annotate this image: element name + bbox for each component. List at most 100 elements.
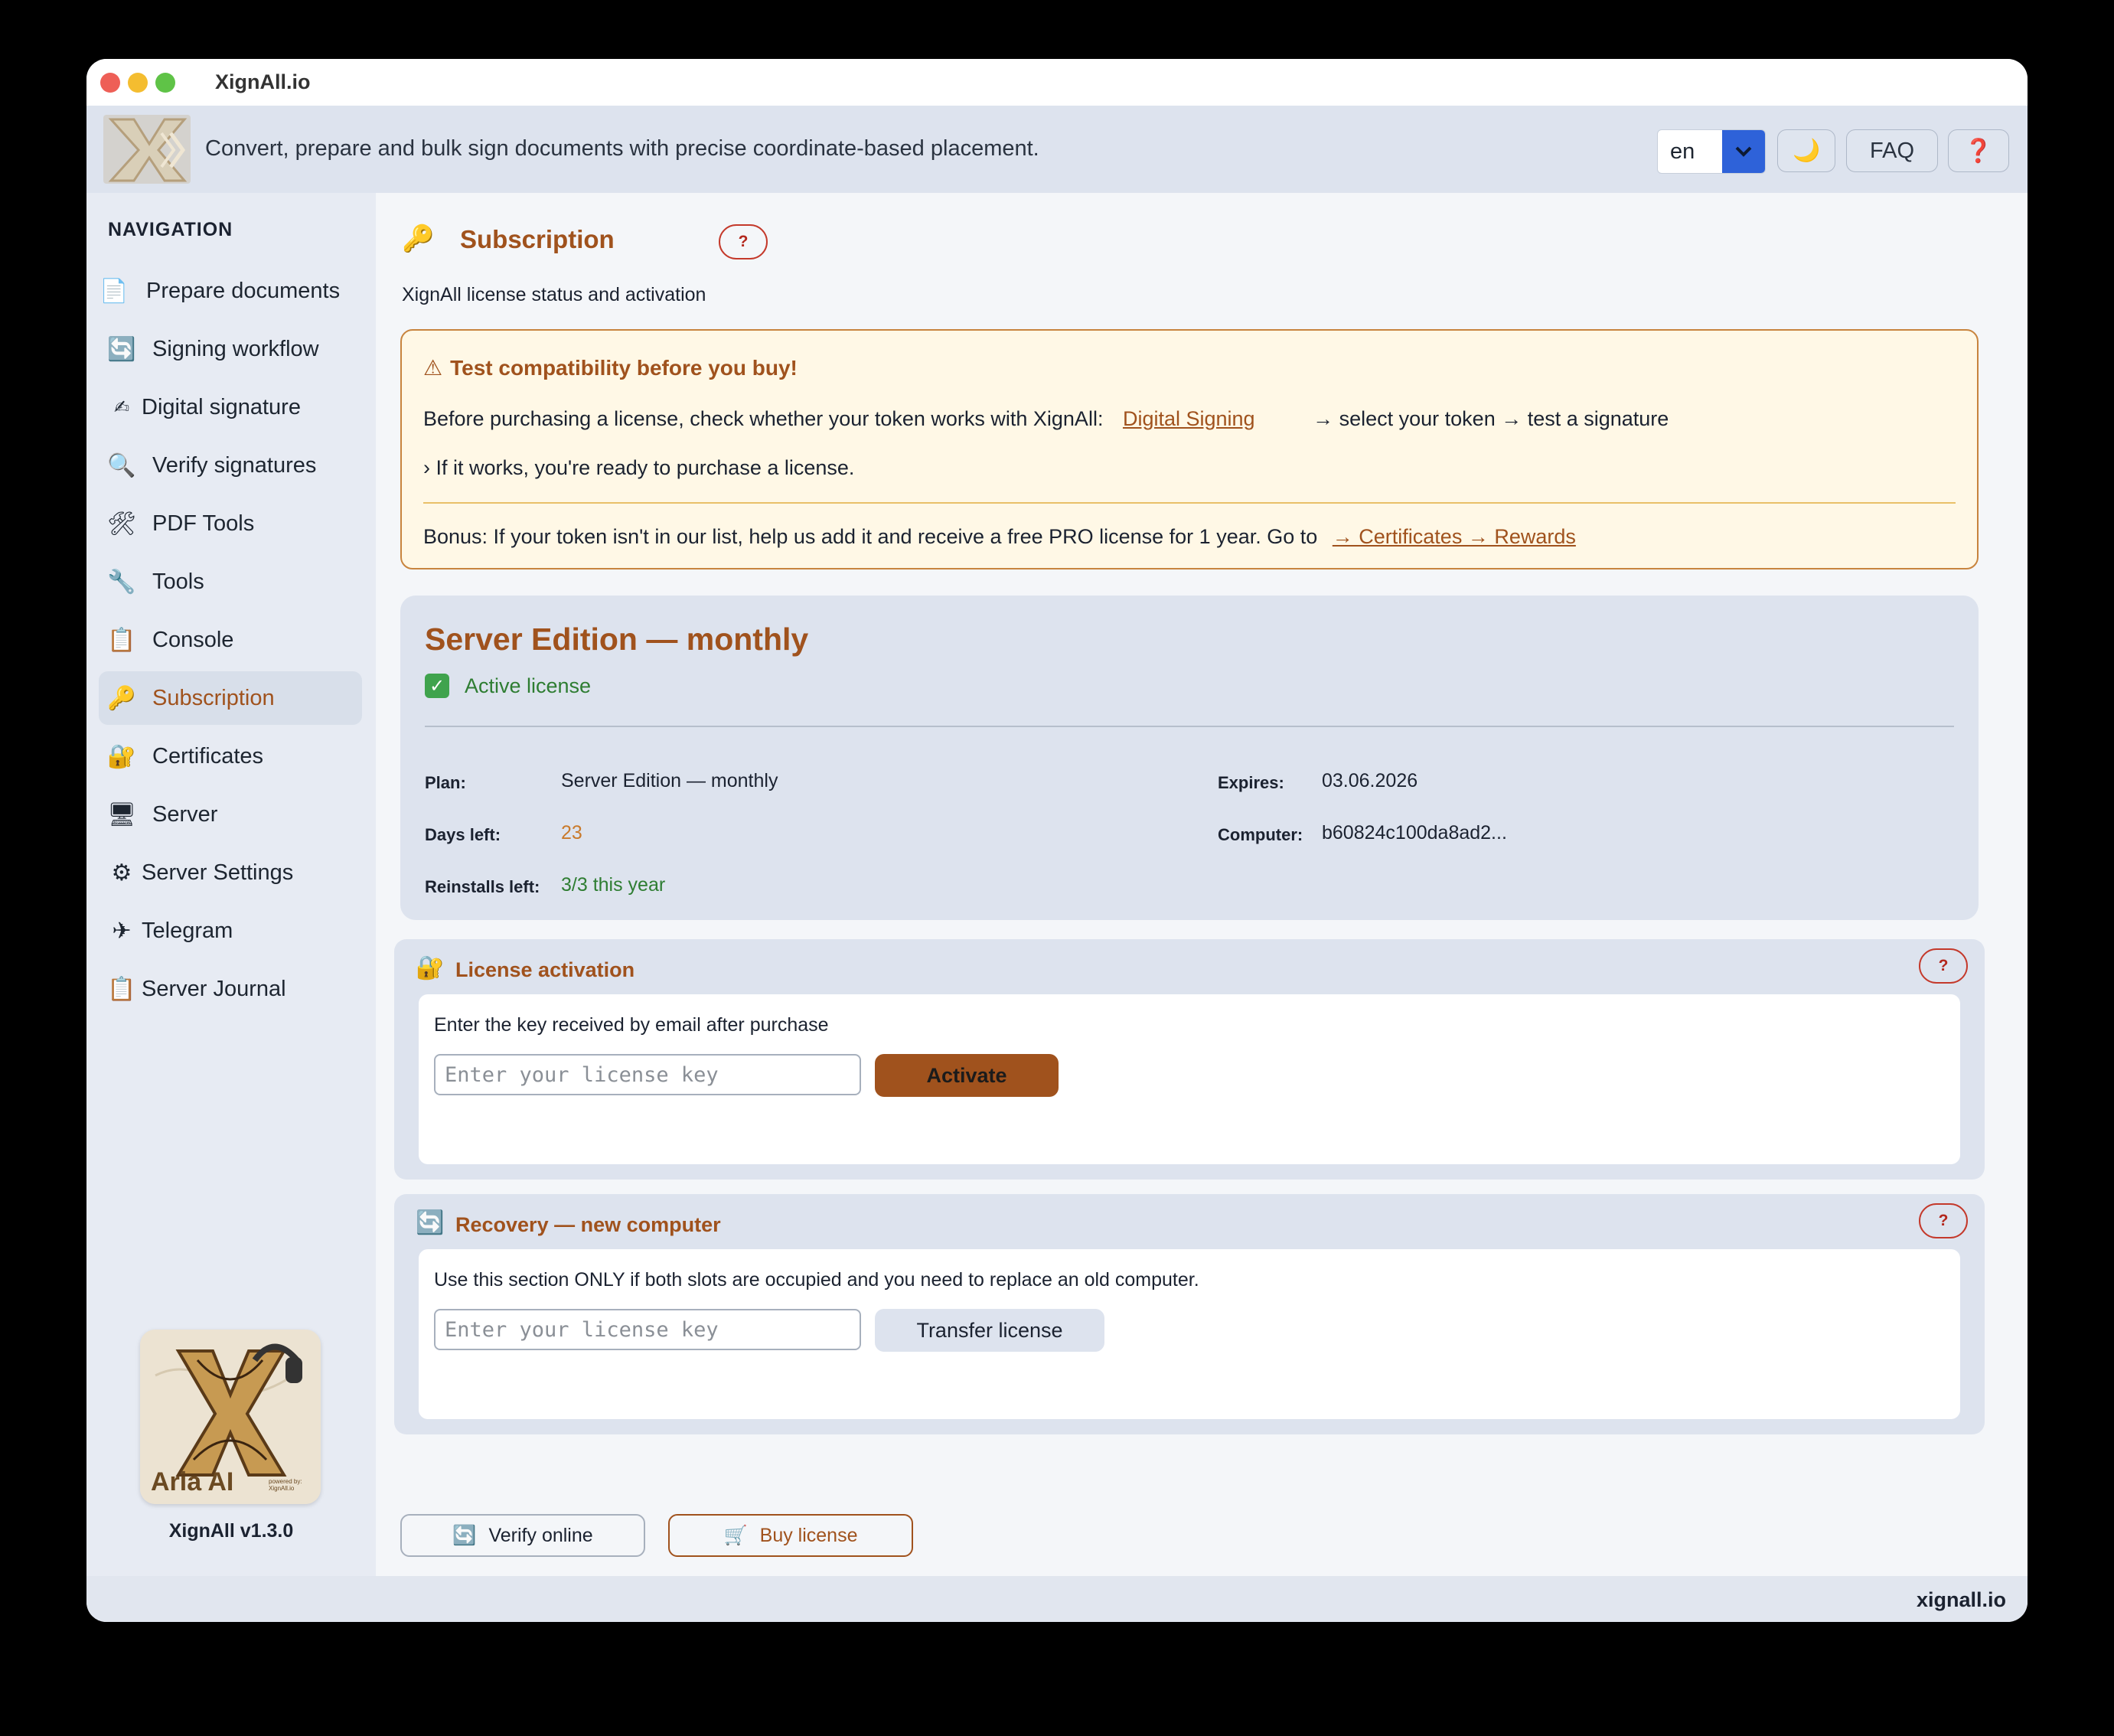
sidebar-item-label: Prepare documents	[146, 278, 341, 303]
recovery-help-button[interactable]: ?	[1919, 1203, 1968, 1238]
chevron-down-icon[interactable]	[1722, 130, 1765, 173]
document-icon: 📄	[100, 278, 129, 304]
theme-toggle-button[interactable]: 🌙	[1777, 129, 1835, 172]
sidebar-item-telegram[interactable]: ✈ Telegram	[99, 904, 362, 958]
sidebar-item-label: Digital signature	[142, 394, 301, 419]
sidebar-item-label: Certificates	[152, 743, 264, 768]
activation-description: Enter the key received by email after pu…	[434, 1014, 829, 1036]
license-status-text: Active license	[465, 674, 592, 697]
warning-line-1-text: Before purchasing a license, check wheth…	[423, 407, 1104, 430]
sidebar-item-digital-signature[interactable]: ✍ Digital signature	[99, 380, 362, 434]
sidebar: NAVIGATION 📄 Prepare documents 🔄 Signing…	[86, 193, 376, 1576]
sidebar-item-verify-signatures[interactable]: 🔍 Verify signatures	[99, 439, 362, 492]
sidebar-item-signing-workflow[interactable]: 🔄 Signing workflow	[99, 322, 362, 376]
language-select[interactable]: en	[1657, 129, 1766, 174]
main-content: 🔑 Subscription ? XignAll license status …	[376, 193, 2028, 1576]
app-tagline: Convert, prepare and bulk sign documents…	[205, 136, 1039, 161]
aria-name: Aria AI	[151, 1467, 234, 1496]
close-window-button[interactable]	[100, 73, 120, 93]
license-key-input[interactable]	[434, 1054, 861, 1095]
language-value: en	[1670, 139, 1695, 164]
wrench-icon: 🔧	[107, 569, 136, 595]
sidebar-item-tools[interactable]: 🔧 Tools	[99, 555, 362, 609]
minimize-window-button[interactable]	[128, 73, 148, 93]
warning-title-text: Test compatibility before you buy!	[450, 356, 798, 380]
sidebar-item-label: Signing workflow	[152, 336, 319, 361]
reinstalls-value: 3/3 this year	[561, 874, 666, 896]
license-divider	[425, 726, 1954, 727]
warning-line-1-after: → select your token → test a signature	[1313, 407, 1669, 430]
airplane-icon: ✈	[112, 918, 132, 944]
sidebar-item-label: Verify signatures	[152, 452, 317, 478]
warning-icon: ⚠	[423, 356, 443, 380]
aria-powered-by: powered by: XignAll.io	[269, 1478, 302, 1492]
sidebar-item-label: Console	[152, 627, 234, 652]
key-icon: 🔑	[402, 224, 435, 253]
tools-icon: 🛠	[106, 511, 137, 537]
lock-icon: 🔐	[416, 955, 445, 981]
compatibility-warning: ⚠ Test compatibility before you buy! Befo…	[400, 329, 1979, 569]
transfer-license-button[interactable]: Transfer license	[875, 1309, 1104, 1352]
app-version: XignAll v1.3.0	[168, 1520, 294, 1542]
buy-license-button[interactable]: 🛒 Buy license	[668, 1514, 913, 1557]
refresh-icon: 🔄	[416, 1210, 445, 1235]
app-footer: xignall.io	[86, 1576, 2028, 1622]
sidebar-item-subscription[interactable]: 🔑 Subscription	[99, 671, 362, 725]
license-card: Server Edition — monthly ✓ Active licens…	[400, 596, 1979, 920]
sidebar-item-console[interactable]: 📋 Console	[99, 613, 362, 667]
activate-button[interactable]: Activate	[875, 1054, 1059, 1097]
license-status: ✓ Active license	[425, 674, 591, 698]
sidebar-item-pdf-tools[interactable]: 🛠 PDF Tools	[99, 497, 362, 550]
expires-label: Expires:	[1218, 773, 1284, 792]
refresh-icon: 🔄	[452, 1524, 477, 1546]
sidebar-item-label: PDF Tools	[152, 511, 255, 536]
footer-site: xignall.io	[1916, 1588, 2006, 1611]
sidebar-item-prepare-documents[interactable]: 📄 Prepare documents	[99, 264, 362, 318]
verify-online-button[interactable]: 🔄 Verify online	[400, 1514, 645, 1557]
recovery-title: Recovery — new computer	[455, 1213, 721, 1236]
sidebar-item-server[interactable]: 🖥 Server	[99, 788, 362, 841]
page-subtitle: XignAll license status and activation	[402, 284, 706, 305]
clipboard-icon: 📋	[107, 627, 136, 653]
page-help-button[interactable]: ?	[719, 224, 768, 259]
warning-bonus: Bonus: If your token isn't in our list, …	[423, 525, 1576, 549]
maximize-window-button[interactable]	[155, 73, 175, 93]
magnifier-icon: 🔍	[107, 452, 136, 478]
plan-value: Server Edition — monthly	[561, 770, 778, 791]
lock-icon: 🔐	[107, 743, 136, 769]
faq-button[interactable]: FAQ	[1846, 129, 1938, 172]
sidebar-item-label: Telegram	[142, 918, 233, 943]
app-window: XignAll.io Convert, prepare and bulk sig…	[86, 59, 2028, 1622]
sidebar-item-label: Server	[152, 801, 218, 827]
recovery-license-key-input[interactable]	[434, 1309, 861, 1350]
sidebar-item-label: Server Settings	[142, 860, 294, 885]
sidebar-item-certificates[interactable]: 🔐 Certificates	[99, 729, 362, 783]
gear-icon: ⚙	[111, 860, 132, 886]
help-button[interactable]: ❓	[1948, 129, 2009, 172]
activation-help-button[interactable]: ?	[1919, 948, 1968, 984]
title-bar: XignAll.io	[86, 59, 2028, 106]
activation-panel: Enter the key received by email after pu…	[419, 994, 1960, 1164]
recovery-section: 🔄 Recovery — new computer ? Use this sec…	[394, 1194, 1985, 1434]
warning-line-1: Before purchasing a license, check wheth…	[423, 407, 1669, 431]
license-activation-section: 🔐 License activation ? Enter the key rec…	[394, 939, 1985, 1180]
certificates-rewards-link[interactable]: → Certificates → Rewards	[1333, 525, 1576, 548]
plan-label: Plan:	[425, 773, 466, 792]
sidebar-item-server-settings[interactable]: ⚙ Server Settings	[99, 846, 362, 899]
buy-license-label: Buy license	[759, 1524, 858, 1546]
aria-ai-badge[interactable]: Aria AI powered by: XignAll.io	[140, 1330, 321, 1504]
verify-online-label: Verify online	[488, 1524, 593, 1546]
cart-icon: 🛒	[723, 1524, 748, 1546]
sidebar-item-server-journal[interactable]: 📋 Server Journal	[99, 962, 362, 1016]
license-name: Server Edition — monthly	[425, 622, 809, 657]
digital-signing-link[interactable]: Digital Signing	[1123, 407, 1255, 430]
sidebar-item-label: Server Journal	[142, 976, 286, 1001]
monitor-icon: 🖥	[106, 801, 137, 827]
clipboard-icon: 📋	[107, 976, 136, 1002]
sidebar-item-label: Subscription	[152, 685, 275, 710]
computer-value: b60824c100da8ad2...	[1322, 822, 1507, 844]
expires-value: 03.06.2026	[1322, 770, 1418, 791]
key-icon: 🔑	[107, 685, 136, 711]
signature-icon: ✍	[113, 396, 130, 418]
warning-line-2: › If it works, you're ready to purchase …	[423, 456, 855, 479]
